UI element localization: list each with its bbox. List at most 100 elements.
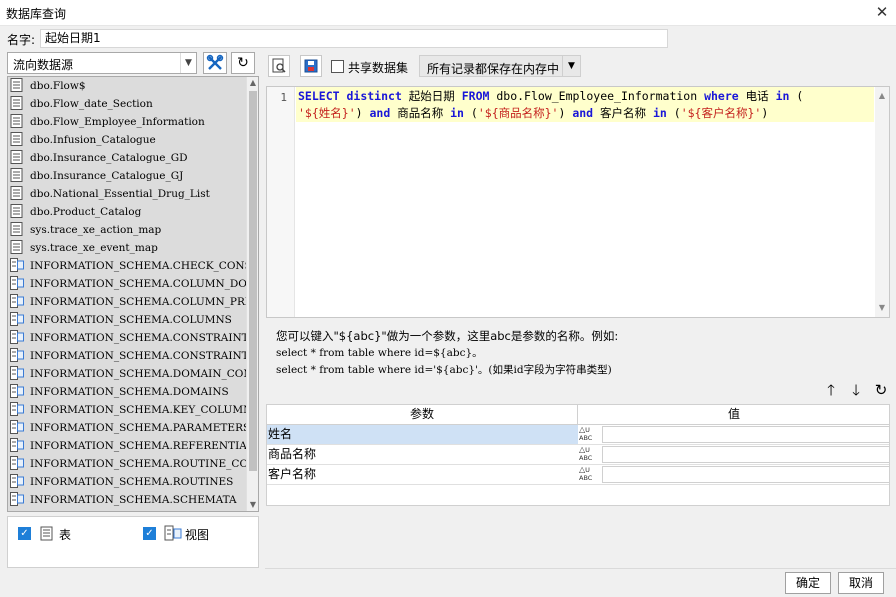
- name-input[interactable]: 起始日期1: [40, 29, 668, 48]
- tree-item-label: dbo.Insurance_Catalogue_GJ: [30, 170, 184, 182]
- tree-item[interactable]: INFORMATION_SCHEMA.PARAMETERS: [8, 419, 246, 437]
- parameter-row[interactable]: 客户名称 △U ABC: [267, 465, 890, 485]
- arrow-up-icon[interactable]: 🡑: [822, 381, 840, 399]
- view-icon: [10, 384, 24, 398]
- share-dataset-checkbox[interactable]: [331, 60, 344, 73]
- tree-scrollbar[interactable]: ▲ ▼: [246, 77, 258, 511]
- tree-item-label: dbo.Infusion_Catalogue: [30, 134, 156, 146]
- table-icon: [10, 132, 23, 146]
- tree-item[interactable]: INFORMATION_SCHEMA.COLUMN_DOMAIN_USAGE: [8, 275, 246, 293]
- view-icon: [10, 474, 24, 488]
- datasource-value: 流向数据源: [13, 58, 74, 72]
- type-abc-icon[interactable]: △U ABC: [579, 426, 601, 443]
- memory-mode-select[interactable]: 所有记录都保存在内存中 ▼: [419, 55, 581, 77]
- scroll-down-icon[interactable]: ▼: [247, 499, 258, 511]
- tree-item[interactable]: INFORMATION_SCHEMA.DOMAINS: [8, 383, 246, 401]
- name-row: 名字: 起始日期1: [0, 28, 896, 50]
- sql-editor[interactable]: 1 SELECT distinct 起始日期 FROM dbo.Flow_Emp…: [266, 86, 890, 318]
- tree-item[interactable]: sys.trace_xe_action_map: [8, 221, 246, 239]
- tree-item[interactable]: INFORMATION_SCHEMA.KEY_COLUMN_USAGE: [8, 401, 246, 419]
- tree-item[interactable]: INFORMATION_SCHEMA.COLUMNS: [8, 311, 246, 329]
- tree-item[interactable]: INFORMATION_SCHEMA.CHECK_CONSTRAINTS: [8, 257, 246, 275]
- memory-mode-value: 所有记录都保存在内存中: [427, 62, 560, 76]
- view-icon: [10, 402, 24, 416]
- parameter-row[interactable]: 商品名称 △U ABC: [267, 445, 890, 465]
- view-icon: [10, 492, 24, 506]
- tree-item[interactable]: dbo.National_Essential_Drug_List: [8, 185, 246, 203]
- type-abc-icon[interactable]: △U ABC: [579, 466, 601, 483]
- tree-item[interactable]: INFORMATION_SCHEMA.REFERENTIAL_CONSTRAIN…: [8, 437, 246, 455]
- tree-item[interactable]: dbo.Flow$: [8, 77, 246, 95]
- tree-item-label: INFORMATION_SCHEMA.PARAMETERS: [30, 422, 246, 434]
- tree-item[interactable]: INFORMATION_SCHEMA.CONSTRAINT_COLUMN_USA…: [8, 329, 246, 347]
- tree-item[interactable]: INFORMATION_SCHEMA.ROUTINES: [8, 473, 246, 491]
- table-list: dbo.Flow$ dbo.Flow_date_Section dbo.Flow_E…: [8, 77, 246, 511]
- scroll-thumb[interactable]: [249, 91, 257, 471]
- tree-item-label: INFORMATION_SCHEMA.COLUMN_DOMAIN_USAGE: [30, 278, 246, 290]
- editor-scrollbar[interactable]: ▲ ▼: [875, 87, 889, 317]
- help-line-1: 您可以键入"${abc}"做为一个参数，这里abc是参数的名称。例如:: [276, 329, 619, 343]
- refresh-icon: ↻: [237, 55, 249, 71]
- view-icon: [10, 366, 24, 380]
- tree-item[interactable]: sys.trace_xe_event_map: [8, 239, 246, 257]
- arrow-down-icon[interactable]: 🡓: [847, 381, 865, 399]
- parameter-help: 您可以键入"${abc}"做为一个参数，这里abc是参数的名称。例如: sele…: [276, 328, 876, 379]
- tree-item[interactable]: dbo.Flow_date_Section: [8, 95, 246, 113]
- table-icon: [10, 150, 23, 164]
- tree-item[interactable]: dbo.Infusion_Catalogue: [8, 131, 246, 149]
- help-example-2: select * from table where id='${abc}'。(如…: [276, 364, 612, 376]
- sql-keyword: SELECT: [298, 89, 340, 103]
- table-filter-checkbox[interactable]: ✓: [18, 527, 31, 540]
- connection-tools-button[interactable]: [203, 52, 227, 74]
- refresh-button[interactable]: ↻: [231, 52, 255, 74]
- save-query-button[interactable]: [300, 55, 322, 77]
- scroll-down-icon[interactable]: ▼: [875, 301, 889, 315]
- preview-button[interactable]: [268, 55, 290, 77]
- tree-item-label: INFORMATION_SCHEMA.DOMAINS: [30, 386, 229, 398]
- table-icon: [10, 168, 23, 182]
- sql-line-wrapped[interactable]: '${姓名}') and 商品名称 in ('${商品名称}') and 客户名…: [296, 104, 874, 122]
- tree-item[interactable]: INFORMATION_SCHEMA.COLUMN_PRIVILEGES: [8, 293, 246, 311]
- sql-keyword: in: [775, 89, 790, 103]
- table-icon: [10, 204, 23, 218]
- datasource-select[interactable]: 流向数据源 ▼: [7, 52, 197, 74]
- parameter-value-input[interactable]: [602, 446, 890, 463]
- line-gutter: 1: [267, 87, 295, 317]
- tree-item-label: dbo.Flow$: [30, 80, 86, 92]
- name-label: 名字:: [7, 33, 36, 47]
- tree-item[interactable]: INFORMATION_SCHEMA.SCHEMATA: [8, 491, 246, 509]
- view-filter-checkbox[interactable]: ✓: [143, 527, 156, 540]
- parameter-row[interactable]: 姓名 △U ABC: [267, 425, 890, 445]
- tree-item[interactable]: INFORMATION_SCHEMA.CONSTRAINT_TABLE_USAG…: [8, 347, 246, 365]
- filter-row: ✓ 表 ✓ 视图: [7, 516, 259, 550]
- close-icon[interactable]: ✕: [872, 2, 892, 22]
- refresh-icon[interactable]: ↻: [872, 381, 890, 399]
- table-icon: [40, 526, 53, 541]
- tree-item-label: sys.trace_xe_event_map: [30, 242, 158, 254]
- sql-line[interactable]: SELECT distinct 起始日期 FROM dbo.Flow_Emplo…: [296, 87, 874, 105]
- tree-item-label: INFORMATION_SCHEMA.COLUMN_PRIVILEGES: [30, 296, 246, 308]
- type-abc-icon[interactable]: △U ABC: [579, 446, 601, 463]
- sql-text: (: [666, 106, 681, 120]
- cancel-button[interactable]: 取消: [838, 572, 884, 594]
- tree-item[interactable]: dbo.Insurance_Catalogue_GD: [8, 149, 246, 167]
- tree-item[interactable]: dbo.Insurance_Catalogue_GJ: [8, 167, 246, 185]
- scroll-up-icon[interactable]: ▲: [875, 89, 889, 103]
- table-tree[interactable]: dbo.Flow$ dbo.Flow_date_Section dbo.Flow_E…: [7, 76, 259, 512]
- sql-text: ): [761, 106, 769, 120]
- ok-button[interactable]: 确定: [785, 572, 831, 594]
- tree-item[interactable]: INFORMATION_SCHEMA.ROUTINE_COLUMNS: [8, 455, 246, 473]
- parameter-value-input[interactable]: [602, 466, 890, 483]
- chevron-down-icon[interactable]: ▼: [180, 53, 196, 73]
- sql-text: 起始日期: [401, 89, 462, 103]
- title-bar: 数据库查询 ✕: [0, 0, 896, 26]
- scroll-up-icon[interactable]: ▲: [247, 77, 258, 89]
- parameter-actions: 🡑 🡓 ↻: [822, 381, 892, 399]
- tree-item-label: INFORMATION_SCHEMA.SCHEMATA: [30, 494, 237, 506]
- tree-item[interactable]: INFORMATION_SCHEMA.DOMAIN_CONSTRAINTS: [8, 365, 246, 383]
- parameter-value-input[interactable]: [602, 426, 890, 443]
- tree-item-label: INFORMATION_SCHEMA.ROUTINE_COLUMNS: [30, 458, 246, 470]
- tree-item[interactable]: dbo.Product_Catalog: [8, 203, 246, 221]
- chevron-down-icon[interactable]: ▼: [562, 56, 580, 76]
- tree-item[interactable]: dbo.Flow_Employee_Information: [8, 113, 246, 131]
